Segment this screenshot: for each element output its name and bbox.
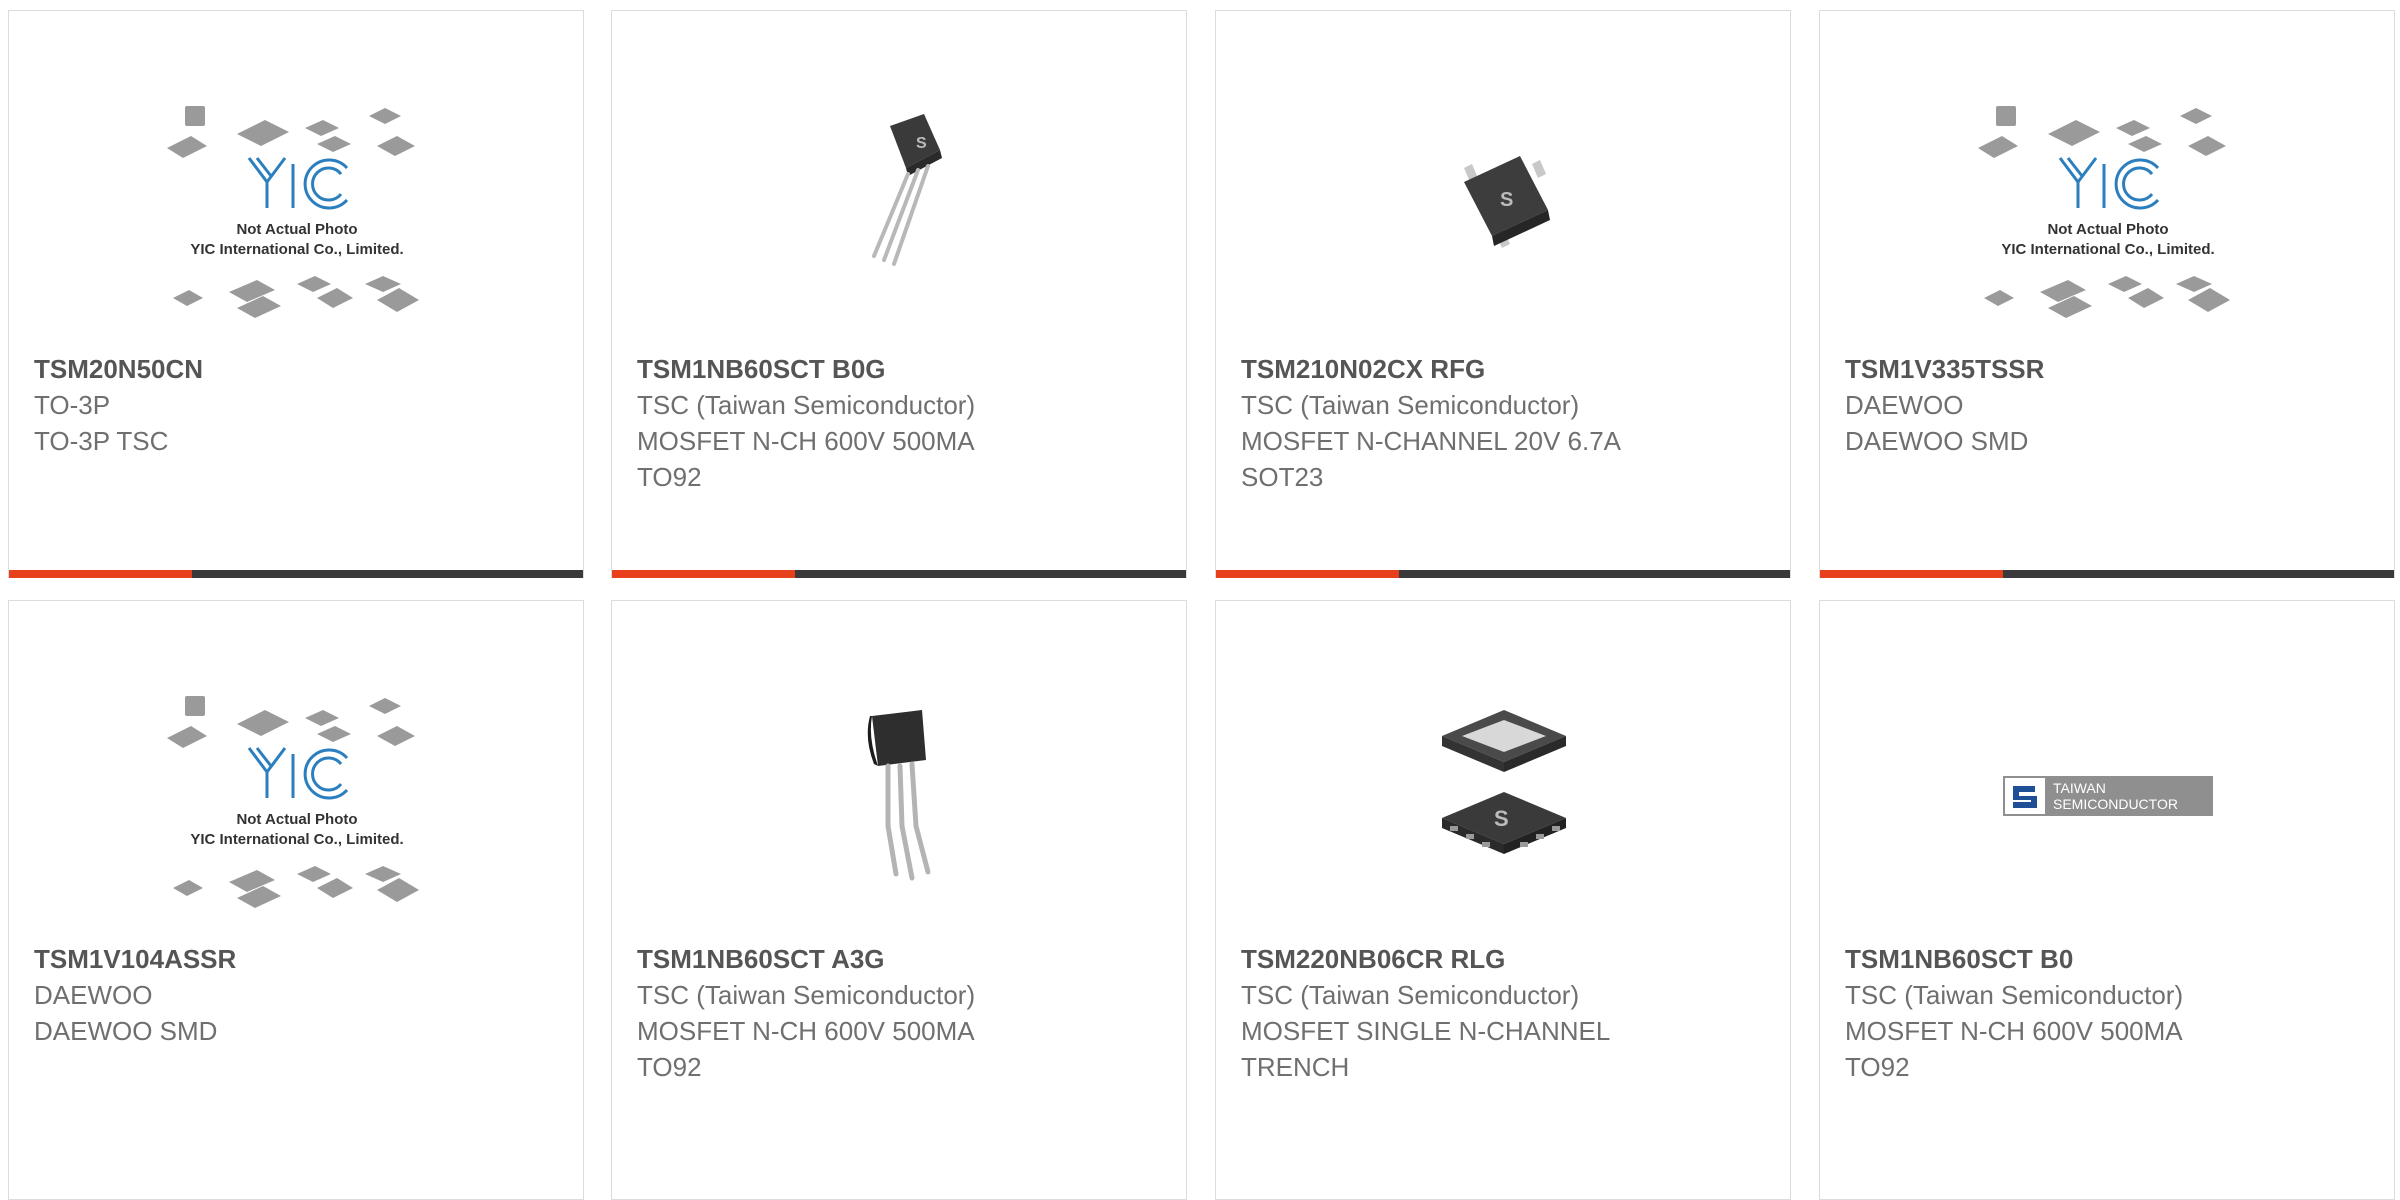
- placeholder-line1: Not Actual Photo: [236, 221, 357, 238]
- tsc-logo-line1: TAIWAN: [2053, 780, 2106, 796]
- product-card[interactable]: Not Actual Photo YIC International Co., …: [8, 600, 584, 1200]
- svg-text:S: S: [916, 135, 927, 152]
- product-part-number[interactable]: TSM210N02CX RFG: [1241, 351, 1770, 387]
- product-package: SOT23: [1241, 462, 1324, 492]
- product-part-number[interactable]: TSM1V104ASSR: [34, 941, 563, 977]
- product-part-number[interactable]: TSM1NB60SCT B0: [1845, 941, 2374, 977]
- card-bottom-bar: [9, 570, 583, 578]
- product-image[interactable]: S: [1216, 71, 1792, 341]
- product-grid: Not Actual Photo YIC International Co., …: [0, 0, 2400, 1200]
- product-image[interactable]: Not Actual Photo YIC International Co., …: [1820, 71, 2396, 341]
- svg-text:S: S: [1500, 189, 1513, 211]
- to92-package-icon: [867, 710, 931, 881]
- product-package: TO92: [637, 462, 702, 492]
- product-card[interactable]: S TSM220NB06CR RLG TSC (Taiwan Semicondu…: [1215, 600, 1791, 1200]
- to92-package-icon: S: [872, 114, 942, 266]
- product-description: MOSFET N-CH 600V 500MA: [637, 1016, 975, 1046]
- sot23-package-icon: S: [1464, 156, 1550, 248]
- product-manufacturer: TSC (Taiwan Semiconductor): [637, 980, 976, 1010]
- product-description: MOSFET N-CHANNEL 20V 6.7A: [1241, 426, 1621, 456]
- card-accent: [9, 570, 192, 578]
- product-description: TO-3P TSC: [34, 426, 169, 456]
- yic-placeholder-icon: Not Actual Photo YIC International Co., …: [167, 106, 419, 318]
- product-manufacturer: DAEWOO: [34, 980, 153, 1010]
- product-card[interactable]: S TSM1NB60SCT B0G TSC (Taiwan Semiconduc…: [611, 10, 1187, 578]
- product-part-number[interactable]: TSM1NB60SCT B0G: [637, 351, 1166, 387]
- yic-placeholder-icon: Not Actual Photo YIC International Co., …: [167, 696, 419, 908]
- product-image[interactable]: [612, 661, 1188, 931]
- card-accent: [612, 570, 795, 578]
- product-package: TRENCH: [1241, 1052, 1350, 1082]
- product-image[interactable]: S: [1216, 661, 1792, 931]
- product-manufacturer: TSC (Taiwan Semiconductor): [637, 390, 976, 420]
- product-manufacturer: TSC (Taiwan Semiconductor): [1845, 980, 2184, 1010]
- placeholder-line1: Not Actual Photo: [2047, 221, 2168, 238]
- product-manufacturer: DAEWOO: [1845, 390, 1964, 420]
- product-package: TO92: [1845, 1052, 1910, 1082]
- yic-placeholder-icon: Not Actual Photo YIC International Co., …: [1978, 106, 2230, 318]
- product-card[interactable]: TAIWAN SEMICONDUCTOR TSM1NB60SCT B0 TSC …: [1819, 600, 2395, 1200]
- product-card[interactable]: TSM1NB60SCT A3G TSC (Taiwan Semiconducto…: [611, 600, 1187, 1200]
- card-accent: [1216, 570, 1399, 578]
- product-manufacturer: TSC (Taiwan Semiconductor): [1241, 390, 1580, 420]
- product-manufacturer: TSC (Taiwan Semiconductor): [1241, 980, 1580, 1010]
- product-part-number[interactable]: TSM20N50CN: [34, 351, 563, 387]
- product-description: MOSFET N-CH 600V 500MA: [637, 426, 975, 456]
- placeholder-line2: YIC International Co., Limited.: [2001, 241, 2214, 258]
- placeholder-line2: YIC International Co., Limited.: [190, 241, 403, 258]
- product-description: DAEWOO SMD: [1845, 426, 2029, 456]
- product-card[interactable]: S TSM210N02CX RFG TSC (Taiwan Semiconduc…: [1215, 10, 1791, 578]
- tsc-logo-icon: TAIWAN SEMICONDUCTOR: [2003, 776, 2213, 816]
- dfn-package-icon: S: [1442, 710, 1566, 854]
- product-image[interactable]: Not Actual Photo YIC International Co., …: [9, 661, 585, 931]
- product-manufacturer: TO-3P: [34, 390, 111, 420]
- svg-text:S: S: [1494, 806, 1509, 831]
- product-part-number[interactable]: TSM1NB60SCT A3G: [637, 941, 1166, 977]
- product-image[interactable]: TAIWAN SEMICONDUCTOR: [1820, 661, 2396, 931]
- product-image[interactable]: S: [612, 71, 1188, 341]
- card-accent: [1820, 570, 2003, 578]
- product-description: DAEWOO SMD: [34, 1016, 218, 1046]
- placeholder-line2: YIC International Co., Limited.: [190, 831, 403, 848]
- product-image[interactable]: Not Actual Photo YIC International Co., …: [9, 71, 585, 341]
- placeholder-line1: Not Actual Photo: [236, 811, 357, 828]
- product-description: MOSFET N-CH 600V 500MA: [1845, 1016, 2183, 1046]
- product-card[interactable]: Not Actual Photo YIC International Co., …: [8, 10, 584, 578]
- product-card[interactable]: Not Actual Photo YIC International Co., …: [1819, 10, 2395, 578]
- card-bottom-bar: [1820, 570, 2394, 578]
- product-part-number[interactable]: TSM220NB06CR RLG: [1241, 941, 1770, 977]
- product-package: TO92: [637, 1052, 702, 1082]
- card-bottom-bar: [612, 570, 1186, 578]
- product-description: MOSFET SINGLE N-CHANNEL: [1241, 1016, 1611, 1046]
- card-bottom-bar: [1216, 570, 1790, 578]
- product-part-number[interactable]: TSM1V335TSSR: [1845, 351, 2374, 387]
- tsc-logo-line2: SEMICONDUCTOR: [2053, 796, 2178, 812]
